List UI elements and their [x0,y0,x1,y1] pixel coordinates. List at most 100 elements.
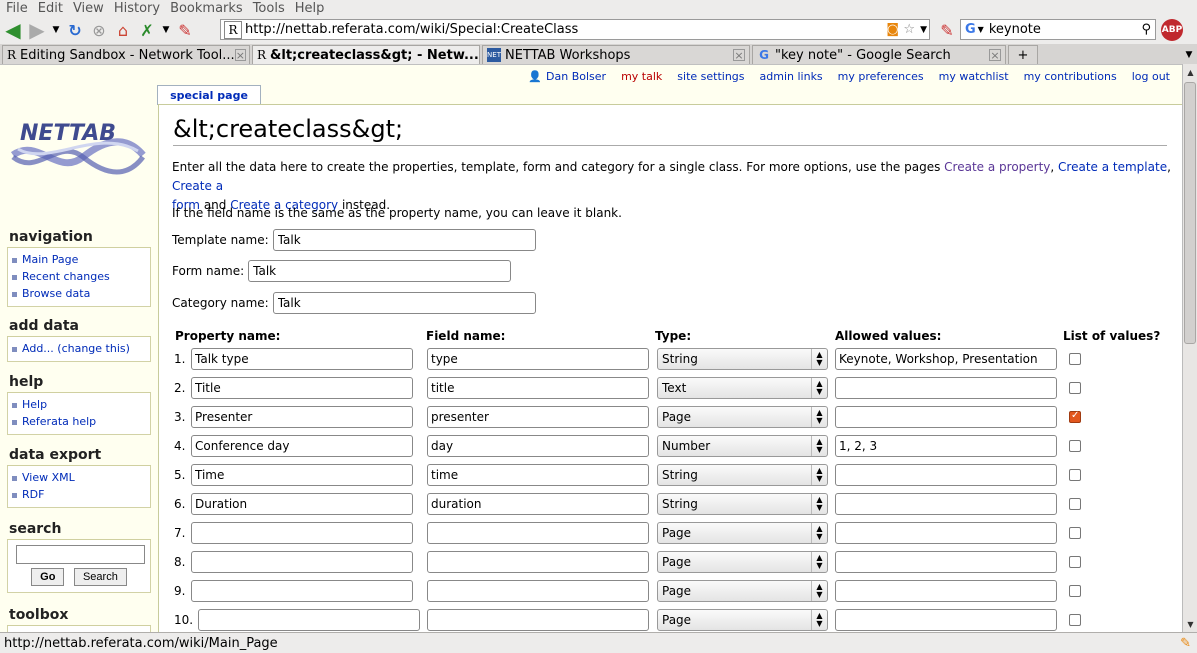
list-of-values-checkbox[interactable] [1069,556,1081,568]
back-icon[interactable]: ◀ [2,18,24,42]
field-name-input[interactable] [427,377,649,399]
list-of-values-checkbox[interactable] [1069,585,1081,597]
url-text[interactable]: http://nettab.referata.com/wiki/Special:… [245,22,578,37]
field-name-input[interactable] [427,522,649,544]
google-icon[interactable]: G [965,22,976,37]
search-engine-input[interactable]: keynote [989,22,1041,37]
reload-icon[interactable]: ↻ [64,19,86,41]
new-tab-button[interactable]: + [1008,45,1038,64]
magnifier-icon[interactable]: ⚲ [1141,22,1151,37]
main-page-link[interactable]: Main Page [11,251,150,268]
list-of-values-checkbox[interactable] [1069,410,1081,423]
create-template-link[interactable]: Create a template [1058,160,1167,174]
create-form-link[interactable]: Create a [172,179,223,193]
home-icon[interactable]: ⌂ [112,19,134,41]
scroll-down-icon[interactable]: ▼ [1185,618,1196,630]
help-link[interactable]: Help [11,396,150,413]
category-name-input[interactable] [272,292,536,314]
type-select[interactable]: String ▲ ▼ [657,493,828,515]
allowed-values-input[interactable] [835,377,1057,399]
close-tab-icon[interactable]: × [234,49,246,62]
allowed-values-input[interactable] [835,348,1057,370]
search-engine-box[interactable]: G ▼ keynote ⚲ [960,19,1156,40]
eraser-icon[interactable]: ✎ [174,19,196,41]
url-dropdown-icon[interactable]: ▼ [920,25,927,35]
my-contributions-link[interactable]: my contributions [1024,70,1117,83]
type-select[interactable]: String ▲ ▼ [657,464,828,486]
user-link[interactable]: Dan Bolser [546,70,606,83]
property-name-input[interactable] [191,493,413,515]
property-name-input[interactable] [191,464,413,486]
menu-bookmarks[interactable]: Bookmarks [164,1,247,16]
view-xml-link[interactable]: View XML [11,469,150,486]
site-settings-link[interactable]: site settings [677,70,744,83]
tab-createclass[interactable]: R &lt;createclass&gt; - Netw... [252,45,480,64]
allowed-values-input[interactable] [835,464,1057,486]
property-name-input[interactable] [191,406,413,428]
special-page-tab[interactable]: special page [157,85,261,105]
type-select[interactable]: Page ▲ ▼ [657,406,828,428]
property-name-input[interactable] [191,435,413,457]
stop-icon[interactable]: ⊗ [88,19,110,41]
scroll-thumb[interactable] [1184,82,1196,344]
property-name-input[interactable] [191,522,413,544]
menu-help[interactable]: Help [289,1,329,16]
field-name-input[interactable] [427,464,649,486]
list-of-values-checkbox[interactable] [1069,382,1081,394]
list-of-values-checkbox[interactable] [1069,469,1081,481]
sidebar-search-input[interactable] [16,545,145,564]
recent-changes-link[interactable]: Recent changes [11,268,150,285]
log-out-link[interactable]: log out [1132,70,1170,83]
type-select[interactable]: Page ▲ ▼ [657,580,828,602]
type-select[interactable]: Page ▲ ▼ [657,522,828,544]
browse-data-link[interactable]: Browse data [11,285,150,302]
menu-file[interactable]: File [0,1,32,16]
menu-tools[interactable]: Tools [247,1,289,16]
property-name-input[interactable] [191,580,413,602]
type-select[interactable]: Page ▲ ▼ [657,609,828,631]
list-of-values-checkbox[interactable] [1069,353,1081,365]
allowed-values-input[interactable] [835,551,1057,573]
rss-icon[interactable]: ◙ [886,22,899,37]
allowed-values-input[interactable] [835,522,1057,544]
type-select[interactable]: Text ▲ ▼ [657,377,828,399]
type-select[interactable]: String ▲ ▼ [657,348,828,370]
tab-nettab-workshops[interactable]: NET NETTAB Workshops × [482,45,750,64]
property-name-input[interactable] [191,551,413,573]
list-of-values-checkbox[interactable] [1069,614,1081,626]
my-watchlist-link[interactable]: my watchlist [939,70,1009,83]
vertical-scrollbar[interactable]: ▲ ▼ [1182,64,1197,632]
close-tab-icon[interactable]: × [989,49,1001,62]
my-preferences-link[interactable]: my preferences [838,70,924,83]
referata-help-link[interactable]: Referata help [11,413,150,430]
scroll-up-icon[interactable]: ▲ [1185,66,1196,78]
menu-edit[interactable]: Edit [32,1,67,16]
status-addon-icon[interactable]: ✎ [1180,636,1191,651]
tab-google-search[interactable]: G "key note" - Google Search × [752,45,1006,64]
property-name-input[interactable] [191,348,413,370]
list-of-values-checkbox[interactable] [1069,527,1081,539]
list-of-values-checkbox[interactable] [1069,440,1081,452]
bookmark-star-icon[interactable]: ☆ [903,22,915,37]
field-name-input[interactable] [427,406,649,428]
field-name-input[interactable] [427,435,649,457]
add-link[interactable]: Add... (change this) [11,340,150,357]
allowed-values-input[interactable] [835,609,1057,631]
allowed-values-input[interactable] [835,493,1057,515]
property-name-input[interactable] [198,609,420,631]
extension-dropdown-icon[interactable]: ▼ [160,19,172,41]
site-logo[interactable]: NETTAB [8,107,148,187]
type-select[interactable]: Page ▲ ▼ [657,551,828,573]
property-name-input[interactable] [191,377,413,399]
form-name-input[interactable] [248,260,512,282]
template-name-input[interactable] [272,229,536,251]
allowed-values-input[interactable] [835,435,1057,457]
field-name-input[interactable] [427,348,649,370]
close-tab-icon[interactable]: × [733,49,745,62]
history-dropdown-icon[interactable]: ▼ [50,19,62,41]
my-talk-link[interactable]: my talk [621,70,662,83]
go-button[interactable]: Go [31,568,65,586]
list-of-values-checkbox[interactable] [1069,498,1081,510]
field-name-input[interactable] [427,493,649,515]
field-name-input[interactable] [427,551,649,573]
